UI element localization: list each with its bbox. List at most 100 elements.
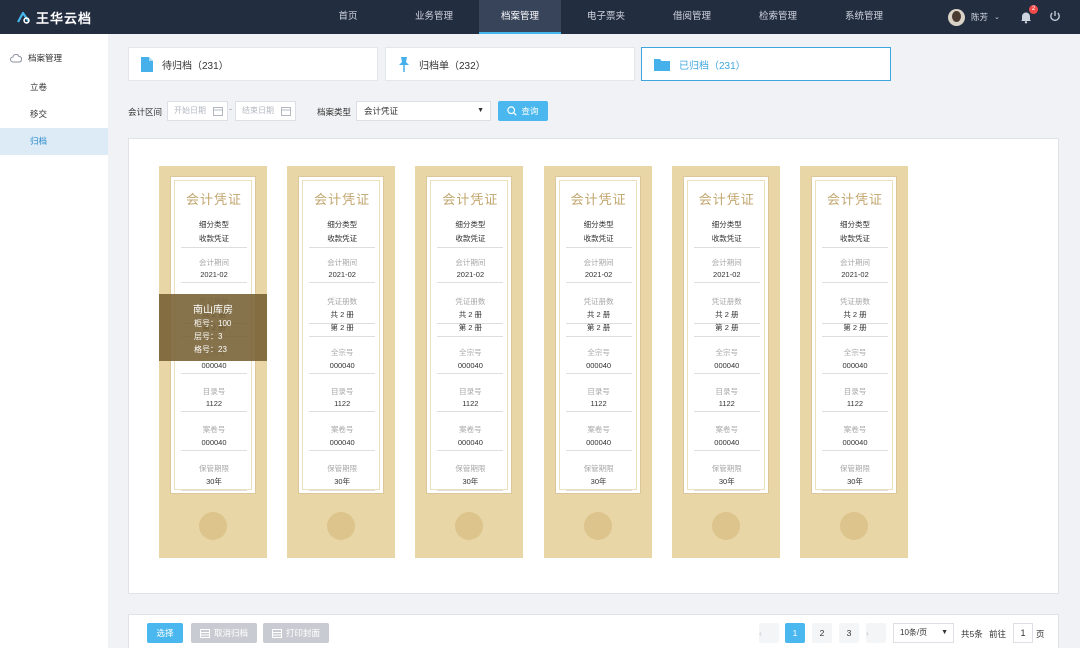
binder-field-label: 保管期限 [327, 464, 358, 473]
binder-field-label: 案卷号 [843, 425, 867, 434]
location-shelf: 层号：3 [194, 332, 223, 341]
binder-field-label: 凭证册数 [583, 297, 614, 306]
page-button-2[interactable]: 2 [812, 623, 832, 643]
top-navigation-bar: 王华云档 首页 业务管理 档案管理 电子票夹 借阅管理 检索管理 系统管理 陈芳… [0, 0, 1080, 34]
binder-field-value: 1122 [693, 399, 760, 412]
app-name: 王华云档 [36, 10, 93, 26]
binder-field-label: 目录号 [330, 387, 354, 396]
page-size-select[interactable]: 10条/页 ▼ [893, 623, 954, 643]
page-button-3[interactable]: 3 [839, 623, 859, 643]
tab-archive-list[interactable]: 归档单（232） [385, 47, 635, 81]
binder-label-card: 会计凭证细分类型收款凭证会计期间2021-02凭证册数共 2 册第 2 册全宗号… [811, 176, 897, 494]
sidebar-item-transfer[interactable]: 移交 [0, 101, 108, 128]
cancel-archive-button[interactable]: 取消归档 [191, 623, 257, 643]
archive-binder[interactable]: 会计凭证细分类型收款凭证会计期间2021-02凭证册数共 2 册第 2 册全宗号… [800, 166, 908, 558]
nav-home[interactable]: 首页 [307, 0, 389, 34]
select-button[interactable]: 选择 [147, 623, 183, 643]
binder-field-label: 目录号 [202, 387, 226, 396]
app-logo[interactable]: 王华云档 [16, 8, 92, 26]
binder-field-label: 目录号 [459, 387, 482, 396]
binder-field-value: 000040 [437, 361, 504, 374]
print-cover-button[interactable]: 打印封面 [263, 623, 329, 643]
binder-field-label: 案卷号 [330, 425, 354, 434]
binder-field-value: 第 2 册 [565, 322, 632, 337]
binder-field-value: 30年 [693, 476, 760, 491]
binder-field-value: 2021-02 [822, 270, 888, 283]
binder-title: 会计凭证 [826, 192, 883, 207]
goto-label: 前往 [989, 629, 1007, 639]
binder-field-label: 全宗号 [843, 348, 867, 357]
binder-field-label: 保管期限 [711, 464, 742, 473]
archive-type-select[interactable]: 会计凭证 ▼ [356, 101, 491, 121]
binder-field-label: 保管期限 [840, 464, 870, 473]
calendar-icon [281, 107, 291, 116]
binder-field-value: 30年 [437, 476, 504, 491]
tab-pending-archive[interactable]: 待归档（231） [128, 47, 378, 81]
calendar-icon [213, 107, 223, 116]
binder-field-value: 000040 [565, 361, 632, 374]
binder-field-value: 第 2 册 [437, 322, 504, 337]
prev-page-button[interactable]: ‹ [759, 623, 779, 643]
binder-field-value: 1122 [437, 399, 504, 412]
sidebar-item-archive[interactable]: 归档 [0, 128, 108, 155]
end-date-input[interactable]: 结束日期 [235, 101, 296, 121]
tab-archived[interactable]: 已归档（231） [641, 47, 891, 81]
query-button[interactable]: 查询 [498, 101, 548, 121]
avatar [948, 8, 965, 26]
sidebar-section-archive[interactable]: 档案管理 [0, 50, 108, 66]
page-unit-label: 页 [1036, 629, 1045, 639]
tab-archive-list-label: 归档单（232） [419, 60, 486, 72]
start-date-input[interactable]: 开始日期 [167, 101, 228, 121]
goto-page-input[interactable]: 1 [1013, 623, 1033, 643]
binder-label-frame: 会计凭证细分类型收款凭证会计期间2021-02凭证册数共 2 册第 2 册全宗号… [815, 180, 893, 491]
nav-business[interactable]: 业务管理 [393, 0, 475, 34]
binder-field-label: 凭证册数 [327, 297, 358, 306]
binder-field-value: 2021-02 [565, 270, 632, 283]
binder-label-card: 会计凭证细分类型收款凭证会计期间2021-02凭证册数共 2 册第 2 册全宗号… [426, 176, 513, 494]
archive-binder[interactable]: 会计凭证细分类型收款凭证会计期间2021-02凭证册数共 2 册第 2 册全宗号… [415, 166, 524, 558]
binder-label-frame: 会计凭证细分类型收款凭证会计期间2021-02凭证册数共 2 册第 2 册全宗号… [558, 180, 637, 491]
binder-title: 会计凭证 [314, 192, 371, 207]
user-menu[interactable]: 陈芳 ⌄ [948, 8, 1000, 26]
archive-binder[interactable]: 会计凭证细分类型收款凭证会计期间2021-02凭证册数共 2 册第 2 册全宗号… [543, 166, 652, 558]
binder-finger-hole [840, 512, 868, 540]
binder-field-value: 000040 [437, 438, 504, 451]
binder-label-card: 会计凭证细分类型收款凭证会计期间2021-02凭证册数共 2 册第 2 册全宗号… [298, 176, 385, 494]
next-page-button[interactable]: › [866, 623, 886, 643]
power-icon[interactable] [1049, 10, 1061, 22]
caret-down-icon: ▼ [941, 629, 948, 636]
binder-field-value: 1122 [565, 399, 632, 412]
nav-system[interactable]: 系统管理 [823, 0, 905, 34]
binder-field-label: 细分类型 [583, 220, 614, 229]
nav-archive[interactable]: 档案管理 [479, 0, 561, 34]
nav-borrow[interactable]: 借阅管理 [651, 0, 733, 34]
binder-field-label: 保管期限 [199, 464, 229, 473]
binder-field-label: 会计期间 [840, 258, 870, 267]
table-icon [199, 628, 210, 638]
binder-field-label: 凭证册数 [455, 297, 486, 306]
archive-binder[interactable]: 会计凭证细分类型收款凭证会计期间2021-02凭证册数共 2 册第 2 册全宗号… [671, 166, 780, 558]
nav-e-invoice[interactable]: 电子票夹 [565, 0, 647, 34]
binder-field-value: 2021-02 [437, 270, 504, 283]
location-cell: 格号：23 [194, 345, 227, 354]
binder-field-value: 收款凭证 [822, 233, 888, 248]
binder-field-label: 目录号 [843, 387, 867, 396]
binder-field-value: 000040 [565, 438, 632, 451]
main-nav: 首页 业务管理 档案管理 电子票夹 借阅管理 检索管理 系统管理 [307, 0, 909, 34]
binder-field-value: 000040 [309, 438, 376, 451]
binder-label-card: 会计凭证细分类型收款凭证会计期间2021-02凭证册数共 2 册第 2 册全宗号… [682, 176, 769, 494]
binder-label-frame: 会计凭证细分类型收款凭证会计期间2021-02凭证册数共 2 册第 2 册全宗号… [686, 180, 765, 491]
folder-icon [654, 58, 670, 71]
binder-field-value: 1122 [309, 399, 376, 412]
binder-field-value: 000040 [309, 361, 376, 374]
sidebar-item-filing[interactable]: 立卷 [0, 74, 108, 101]
archive-binder[interactable]: 会计凭证细分类型收款凭证会计期间2021-02凭证册数共 2 册第 2 册全宗号… [159, 166, 267, 558]
nav-search[interactable]: 检索管理 [737, 0, 819, 34]
binder-field-value: 000040 [822, 361, 888, 374]
binder-field-value: 收款凭证 [693, 233, 760, 248]
page-button-1[interactable]: 1 [785, 623, 805, 643]
binder-field-label: 细分类型 [840, 220, 870, 229]
binder-field-label: 凭证册数 [711, 297, 742, 306]
location-cabinet: 柜号：100 [194, 319, 232, 328]
archive-binder[interactable]: 会计凭证细分类型收款凭证会计期间2021-02凭证册数共 2 册第 2 册全宗号… [287, 166, 396, 558]
